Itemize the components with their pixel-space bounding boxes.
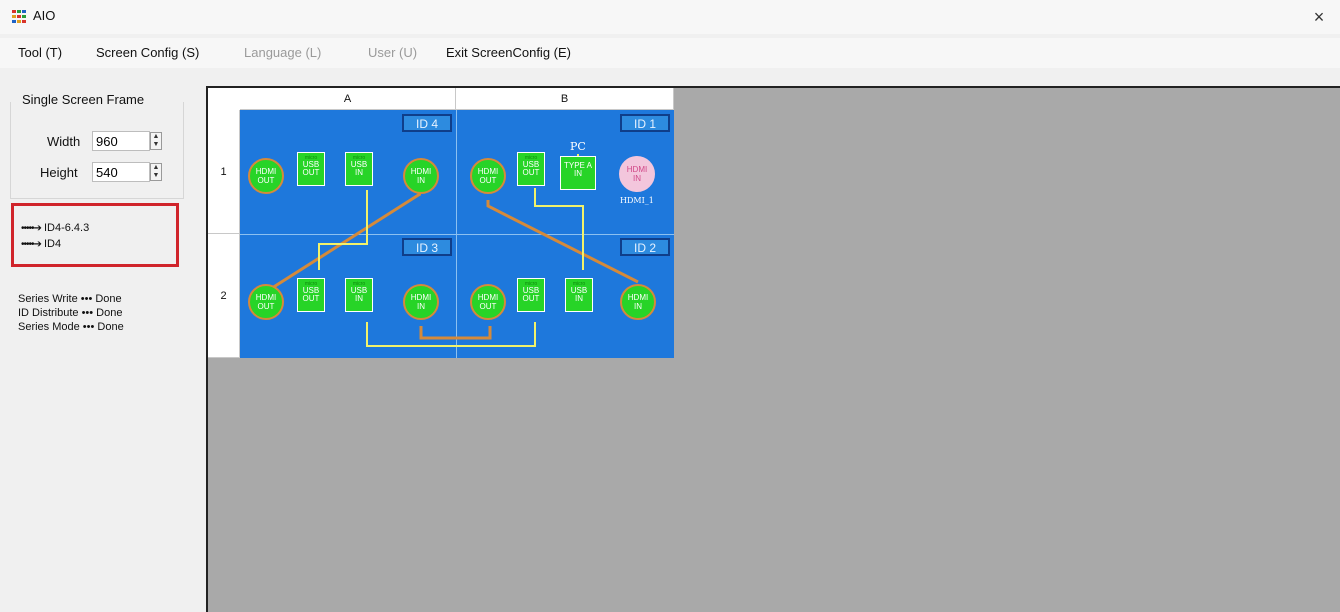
arrow-right-icon: •••••➔	[21, 239, 42, 250]
menu-bar: Tool (T) Screen Config (S) Language (L) …	[0, 38, 1340, 68]
hdmi-in-port[interactable]: HDMI IN	[403, 158, 439, 194]
spin-down-icon[interactable]: ▼	[151, 172, 161, 180]
width-input[interactable]	[92, 131, 150, 151]
menu-user[interactable]: User (U)	[368, 45, 417, 60]
log-text: ID4	[43, 238, 62, 250]
screen-layout[interactable]: ID 4 HDMI OUT micro USB OUT micro USB IN HDMI…	[240, 110, 674, 358]
hdmi-in-port[interactable]: HDMI IN	[620, 284, 656, 320]
height-spinner[interactable]: ▲ ▼	[150, 163, 162, 181]
screen-id-badge: ID 3	[402, 238, 452, 256]
spin-down-icon[interactable]: ▼	[151, 141, 161, 149]
type-a-in-port[interactable]: TYPE A IN	[560, 156, 596, 190]
hdmi-in-port[interactable]: HDMI IN	[403, 284, 439, 320]
hdmi-wire	[486, 200, 639, 284]
row-header-1[interactable]: 1	[208, 110, 240, 234]
hdmi-wire	[419, 326, 492, 340]
width-label: Width	[47, 134, 81, 149]
column-header-a[interactable]: A	[240, 88, 456, 110]
menu-tool[interactable]: Tool (T)	[18, 45, 62, 60]
version-log-box: •••••➔ ID4-6.4.3 •••••➔ ID4	[11, 203, 179, 267]
hdmi-out-port[interactable]: HDMI OUT	[248, 158, 284, 194]
screen-id-badge: ID 1	[620, 114, 670, 132]
status-series-write: Series Write ••• Done	[18, 293, 122, 305]
frame-group-title: Single Screen Frame	[18, 92, 149, 107]
log-line: •••••➔ ID4	[21, 238, 61, 250]
grid-corner	[208, 88, 241, 111]
usb-wire	[366, 322, 536, 347]
height-label: Height	[40, 165, 78, 180]
app-grid-icon	[12, 10, 26, 23]
title-bar: AIO ×	[0, 0, 1340, 34]
hdmi-wire	[271, 192, 421, 290]
menu-screen-config[interactable]: Screen Config (S)	[96, 45, 199, 60]
column-header-b[interactable]: B	[456, 88, 674, 110]
window-title: AIO	[33, 8, 56, 23]
connection-wires	[271, 154, 639, 347]
pc-label: PC	[570, 140, 586, 153]
status-id-distribute: ID Distribute ••• Done	[18, 307, 123, 319]
close-icon[interactable]: ×	[1308, 6, 1330, 28]
hdmi-out-port[interactable]: HDMI OUT	[248, 284, 284, 320]
status-series-mode: Series Mode ••• Done	[18, 321, 124, 333]
usb-out-port[interactable]: micro USB OUT	[297, 278, 325, 312]
screen-config-canvas[interactable]: A B 1 2 ID 4 HDMI OUT micro USB OUT micro US…	[206, 86, 1340, 612]
screen-id-badge: ID 2	[620, 238, 670, 256]
usb-in-port[interactable]: micro USB IN	[345, 278, 373, 312]
hdmi-out-port[interactable]: HDMI OUT	[470, 284, 506, 320]
hdmi-in-port-active[interactable]: HDMI IN	[619, 156, 655, 192]
hdmi-source-label: HDMI_1	[620, 196, 654, 205]
usb-out-port[interactable]: micro USB OUT	[517, 278, 545, 312]
usb-in-port[interactable]: micro USB IN	[565, 278, 593, 312]
spin-up-icon[interactable]: ▲	[151, 164, 161, 172]
screen-id-badge: ID 4	[402, 114, 452, 132]
usb-wire	[318, 190, 368, 270]
menu-language[interactable]: Language (L)	[244, 45, 321, 60]
width-spinner[interactable]: ▲ ▼	[150, 132, 162, 150]
hdmi-out-port[interactable]: HDMI OUT	[470, 158, 506, 194]
usb-in-port[interactable]: micro USB IN	[345, 152, 373, 186]
log-text: ID4-6.4.3	[43, 222, 90, 234]
arrow-right-icon: •••••➔	[21, 223, 42, 234]
menu-exit-screen-config[interactable]: Exit ScreenConfig (E)	[446, 45, 571, 60]
spin-up-icon[interactable]: ▲	[151, 133, 161, 141]
usb-out-port[interactable]: micro USB OUT	[297, 152, 325, 186]
row-header-2[interactable]: 2	[208, 234, 240, 358]
usb-wire	[534, 188, 584, 270]
height-input[interactable]	[92, 162, 150, 182]
usb-out-port[interactable]: micro USB OUT	[517, 152, 545, 186]
log-line: •••••➔ ID4-6.4.3	[21, 222, 89, 234]
